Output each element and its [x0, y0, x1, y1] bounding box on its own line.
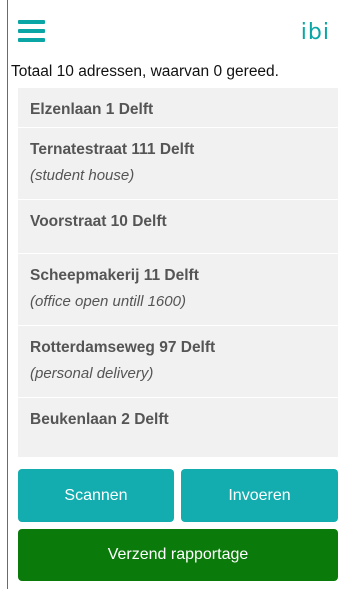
address-text: Ternatestraat 111 Delft [30, 141, 195, 158]
address-list[interactable]: Elzenlaan 1 Delft Ternatestraat 111 Delf… [18, 88, 338, 458]
send-report-button[interactable]: Verzend rapportage [18, 529, 338, 581]
address-summary: Totaal 10 adressen, waarvan 0 gereed. [11, 63, 279, 80]
enter-button[interactable]: Invoeren [181, 469, 338, 522]
address-note: (student house) [30, 167, 135, 184]
address-list-item[interactable]: Elzenlaan 1 Delft [18, 88, 338, 128]
address-list-item[interactable]: Rotterdamseweg 97 Delft (personal delive… [18, 326, 338, 398]
app-screen: ibi Totaal 10 adressen, waarvan 0 gereed… [0, 0, 343, 589]
address-note: (personal delivery) [30, 365, 154, 382]
address-text: Voorstraat 10 Delft [30, 213, 167, 230]
address-list-item[interactable]: Beukenlaan 2 Delft [18, 398, 338, 458]
address-list-item[interactable]: Scheepmakerij 11 Delft (office open unti… [18, 254, 338, 326]
address-note: (office open untill 1600) [30, 293, 186, 310]
hamburger-menu-icon[interactable] [18, 20, 45, 42]
address-text: Elzenlaan 1 Delft [30, 101, 154, 118]
menu-bar [18, 29, 45, 33]
address-text: Rotterdamseweg 97 Delft [30, 339, 216, 356]
address-list-item[interactable]: Ternatestraat 111 Delft (student house) [18, 128, 338, 200]
menu-bar [18, 38, 45, 42]
scan-button[interactable]: Scannen [18, 469, 174, 522]
address-text: Scheepmakerij 11 Delft [30, 267, 199, 284]
menu-bar [18, 20, 45, 24]
address-text: Beukenlaan 2 Delft [30, 411, 169, 428]
app-logo: ibi [300, 20, 330, 45]
address-list-item[interactable]: Voorstraat 10 Delft [18, 200, 338, 254]
left-border [7, 0, 8, 589]
